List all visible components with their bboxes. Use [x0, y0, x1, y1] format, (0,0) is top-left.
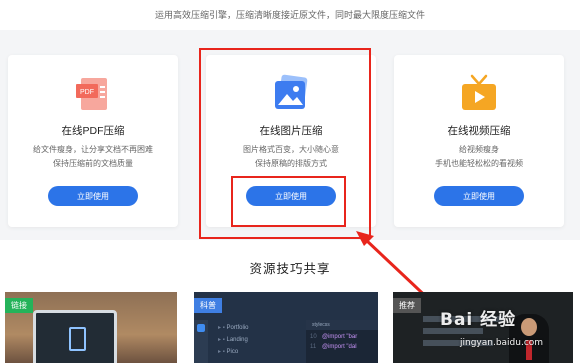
file-tree: Portfolio Landing Pico — [218, 322, 249, 358]
tree-item: Landing — [218, 334, 249, 346]
svg-text:PDF: PDF — [80, 89, 94, 96]
watermark-url: jingyan.baidu.com — [460, 338, 544, 348]
lock-icon — [69, 327, 86, 351]
editor-icon — [197, 324, 205, 332]
card-video-compress[interactable]: 在线视频压缩 给视频瘦身 手机也能轻松松的看视频 立即使用 — [394, 55, 564, 227]
thumb-tag: 科普 — [194, 298, 222, 313]
tree-item: Pico — [218, 346, 249, 358]
laptop-image — [33, 310, 117, 363]
tagline: 运用高效压缩引擎，压缩清晰度接近原文件，同时最大限度压缩文件 — [154, 10, 425, 20]
line-number: 11 — [310, 344, 317, 350]
card-desc-line: 给文件瘦身，让分享文档不再困难 — [33, 145, 153, 154]
code-line: @import "dal — [322, 344, 357, 350]
card-description: 给文件瘦身，让分享文档不再困难 保持压缩前的文档质量 — [8, 143, 178, 171]
thumb-tag: 推荐 — [393, 298, 421, 313]
code-pane: stylecss 10 @import "bar 11 @import "dal — [306, 320, 378, 363]
use-now-button[interactable]: 立即使用 — [48, 186, 138, 206]
code-tab: stylecss — [306, 320, 378, 330]
tree-item: Portfolio — [218, 322, 248, 334]
resource-thumb[interactable]: Portfolio Landing Pico stylecss 10 @impo… — [194, 292, 378, 363]
speaker-face — [521, 318, 537, 336]
card-desc-line: 给视频瘦身 — [459, 145, 499, 154]
highlight-use-button — [231, 176, 346, 227]
card-desc-line: 保持压缩前的文档质量 — [53, 159, 133, 168]
card-desc-line: 手机也能轻松松的看视频 — [435, 159, 523, 168]
card-title: 在线PDF压缩 — [61, 125, 125, 137]
editor-sidebar — [194, 320, 208, 363]
thumb-tag: 链接 — [5, 298, 33, 313]
tv-icon — [462, 74, 496, 110]
card-pdf-compress[interactable]: PDF 在线PDF压缩 给文件瘦身，让分享文档不再困难 保持压缩前的文档质量 立… — [8, 55, 178, 227]
code-line: @import "bar — [322, 334, 358, 340]
card-description: 给视频瘦身 手机也能轻松松的看视频 — [394, 143, 564, 171]
section-title: 资源技巧共享 — [249, 262, 331, 276]
pdf-icon: PDF — [76, 78, 107, 110]
resource-thumb[interactable]: 链接 — [5, 292, 177, 363]
card-title: 在线视频压缩 — [447, 125, 511, 137]
use-now-button[interactable]: 立即使用 — [434, 186, 524, 206]
line-number: 10 — [310, 334, 317, 340]
baidu-watermark: Bai 经验 — [440, 310, 517, 330]
